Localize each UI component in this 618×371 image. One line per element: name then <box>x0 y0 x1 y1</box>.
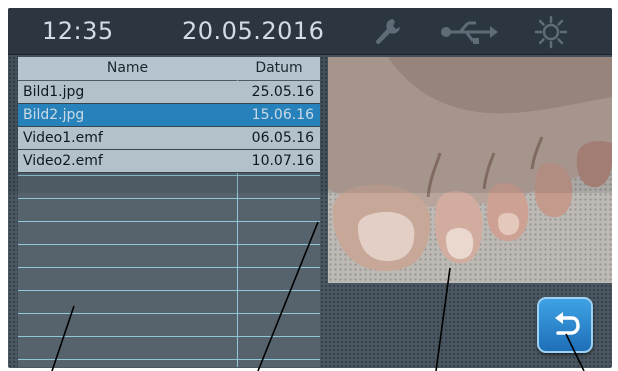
column-header-name[interactable]: Name <box>18 60 237 76</box>
image-preview[interactable] <box>328 57 612 283</box>
file-name: Bild1.jpg <box>23 84 85 100</box>
file-date: 10.07.16 <box>251 153 314 169</box>
file-table: Name Datum Bild1.jpg 25.05.16 Bild2.jpg … <box>18 57 320 367</box>
clock-date: 20.05.2016 <box>182 17 325 45</box>
table-row[interactable]: Video2.emf 10.07.16 <box>18 150 320 173</box>
file-date: 06.05.16 <box>251 130 314 146</box>
return-arrow-icon <box>555 312 580 335</box>
device-screen: 12:35 20.05.2016 Name Datum Bild1.jpg 25… <box>8 8 612 368</box>
file-name: Video2.emf <box>23 153 103 169</box>
table-row[interactable]: Bild1.jpg 25.05.16 <box>18 81 320 104</box>
status-bar: 12:35 20.05.2016 <box>8 8 612 55</box>
sun-icon[interactable] <box>534 15 568 53</box>
file-name: Bild2.jpg <box>23 107 85 123</box>
table-row[interactable]: Video1.emf 06.05.16 <box>18 127 320 150</box>
back-button[interactable] <box>537 297 593 353</box>
file-date: 25.05.16 <box>251 84 314 100</box>
file-date: 15.06.16 <box>251 107 314 123</box>
clock-time: 12:35 <box>42 17 114 45</box>
table-row-selected[interactable]: Bild2.jpg 15.06.16 <box>18 104 320 127</box>
column-header-datum[interactable]: Datum <box>238 60 320 76</box>
wrench-icon[interactable] <box>371 15 405 53</box>
usb-icon[interactable] <box>440 19 500 49</box>
table-header: Name Datum <box>18 57 320 80</box>
file-name: Video1.emf <box>23 130 103 146</box>
